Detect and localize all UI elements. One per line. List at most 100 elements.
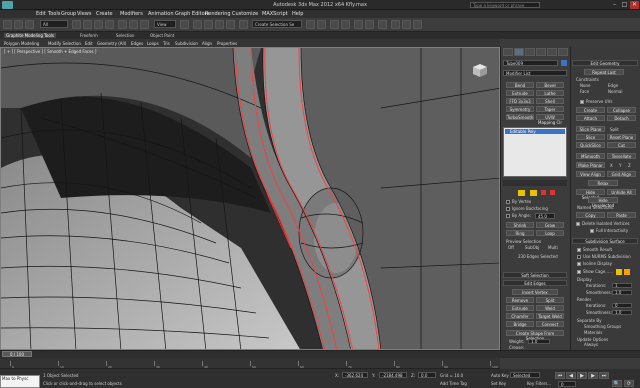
next-frame-icon[interactable]: ▶ xyxy=(588,372,598,379)
go-to-end-icon[interactable]: ⏭ xyxy=(599,372,609,379)
delete-isolated-checkbox[interactable] xyxy=(576,222,580,226)
snap-icon[interactable] xyxy=(193,20,202,29)
create-button[interactable]: Create xyxy=(576,107,605,113)
selection-filter-dropdown[interactable]: All xyxy=(40,20,68,28)
remove-button[interactable]: Remove xyxy=(506,297,534,303)
ribbon-edges[interactable]: Edges xyxy=(131,41,143,46)
edit-geometry-rollout[interactable]: Edit Geometry xyxy=(572,60,638,66)
tessellate-button[interactable]: Tessellate xyxy=(607,153,636,159)
ribbon-geometry-all[interactable]: Geometry (All) xyxy=(97,41,126,46)
y-coordinate-field[interactable]: -2184.498 xyxy=(379,372,407,378)
viewport-label[interactable]: [ + ] [ Perspective ] [ Smooth + Edged F… xyxy=(4,49,96,54)
material-editor-icon[interactable] xyxy=(378,20,387,29)
planar-z-button[interactable]: Z xyxy=(628,163,631,168)
use-nurms-checkbox[interactable] xyxy=(577,255,581,259)
menu-views[interactable]: Views xyxy=(77,11,91,17)
preserve-uvs-checkbox[interactable] xyxy=(580,100,584,104)
layer-manager-icon[interactable] xyxy=(330,20,339,29)
relax-button[interactable]: Relax xyxy=(588,180,618,186)
object-name-field[interactable]: Tube009 xyxy=(503,60,558,66)
graphite-toggle-icon[interactable] xyxy=(341,20,350,29)
connect-button[interactable]: Connect xyxy=(536,321,564,327)
slice-plane-button[interactable]: Slice Plane xyxy=(576,126,605,132)
ribbon-properties[interactable]: Properties xyxy=(217,41,237,46)
angle-snap-icon[interactable] xyxy=(204,20,213,29)
target-weld-button[interactable]: Target Weld xyxy=(536,313,564,319)
curve-editor-icon[interactable] xyxy=(354,20,363,29)
attach-button[interactable]: Attach xyxy=(576,115,605,121)
window-crossing-icon[interactable] xyxy=(105,20,114,29)
loop-button[interactable]: Loop xyxy=(536,230,564,236)
modifier-list-dropdown[interactable]: Modifier List xyxy=(503,70,567,76)
planar-y-button[interactable]: Y xyxy=(619,163,621,168)
extrude-edge-button[interactable]: Extrude xyxy=(506,305,534,311)
unhide-all-button[interactable]: Unhide All xyxy=(607,189,636,195)
make-planar-button[interactable]: Make Planar xyxy=(576,162,605,168)
cage-selected-color-swatch[interactable] xyxy=(624,269,630,275)
reference-coordinate-dropdown[interactable]: View xyxy=(154,20,176,28)
align-icon[interactable] xyxy=(317,20,326,29)
percent-snap-icon[interactable] xyxy=(215,20,224,29)
spinner-snap-icon[interactable] xyxy=(226,20,235,29)
bridge-button[interactable]: Bridge xyxy=(506,321,534,327)
copy-button[interactable]: Copy xyxy=(576,212,605,218)
create-shape-button[interactable]: Create Shape From Selection xyxy=(506,330,564,341)
shrink-button[interactable]: Shrink xyxy=(506,222,534,228)
motion-tab-icon[interactable] xyxy=(536,48,546,56)
maxscript-listener[interactable]: Max to Physc xyxy=(0,375,40,388)
add-time-tag-button[interactable]: Add Time Tag xyxy=(440,381,467,386)
tab-object-paint[interactable]: Object Paint xyxy=(150,33,174,38)
iterations-field[interactable]: 1 xyxy=(612,283,632,288)
render-icon[interactable] xyxy=(413,20,422,29)
close-button[interactable]: ✕ xyxy=(630,1,639,9)
x-coordinate-field[interactable]: -362.624 xyxy=(342,372,368,378)
constraint-face-radio[interactable]: Face xyxy=(580,89,589,94)
play-icon[interactable]: ▶ xyxy=(577,372,587,379)
cut-button[interactable]: Cut xyxy=(607,142,636,148)
schematic-view-icon[interactable] xyxy=(365,20,374,29)
mod-ffd-button[interactable]: FFD 3x3x3 xyxy=(506,98,534,104)
constraint-none-radio[interactable]: None xyxy=(580,83,590,88)
named-selection-dropdown[interactable]: Create Selection Se xyxy=(252,20,302,28)
detach-button[interactable]: Detach xyxy=(607,115,636,121)
modify-tab-icon[interactable] xyxy=(514,48,524,56)
smoothing-groups-checkbox[interactable]: Smoothing Groups xyxy=(584,324,621,329)
tab-freeform[interactable]: Freeform xyxy=(80,33,98,38)
constraint-edge-radio[interactable]: Edge xyxy=(608,83,618,88)
maximize-button[interactable]: □ xyxy=(620,1,629,9)
menu-maxscript[interactable]: MAXScript xyxy=(262,11,288,17)
perspective-viewport[interactable] xyxy=(0,47,500,350)
ribbon-polygon-modeling[interactable]: Polygon Modeling xyxy=(4,41,39,46)
constraint-normal-radio[interactable]: Normal xyxy=(608,89,622,94)
ribbon-tris[interactable]: Tris xyxy=(163,41,170,46)
grid-align-button[interactable]: Grid Align xyxy=(607,171,636,177)
by-vertex-checkbox[interactable] xyxy=(506,200,510,204)
go-to-start-icon[interactable]: ⏮ xyxy=(555,372,565,379)
chamfer-button[interactable]: Chamfer xyxy=(506,313,534,319)
ribbon-edit[interactable]: Edit xyxy=(85,41,93,46)
split-checkbox[interactable]: Split xyxy=(610,127,619,132)
planar-x-button[interactable]: X xyxy=(610,163,613,168)
slice-button[interactable]: Slice xyxy=(576,134,605,140)
rendered-frame-icon[interactable] xyxy=(402,20,411,29)
set-key-button[interactable]: Set Key xyxy=(491,381,506,386)
mod-turbosmooth-button[interactable]: TurboSmooth xyxy=(506,114,534,120)
link-icon[interactable] xyxy=(25,20,34,29)
border-subobject-icon[interactable] xyxy=(541,190,546,195)
mod-lathe-button[interactable]: Lathe xyxy=(536,90,564,96)
menu-animation[interactable]: Animation xyxy=(148,11,174,17)
edit-edges-rollout[interactable]: Edit Edges xyxy=(503,280,567,286)
menu-tools[interactable]: Tools xyxy=(48,11,60,17)
soft-selection-rollout[interactable]: Soft Selection xyxy=(503,272,567,278)
time-slider-thumb[interactable]: 0 / 100 xyxy=(2,351,32,357)
hide-selected-button[interactable]: Hide Selected xyxy=(576,189,605,200)
menu-edit[interactable]: Edit xyxy=(36,11,46,17)
ribbon-align[interactable]: Align xyxy=(202,41,212,46)
menu-rendering[interactable]: Rendering xyxy=(205,11,231,17)
undo-icon[interactable] xyxy=(3,20,12,29)
view-align-button[interactable]: View Align xyxy=(576,171,605,177)
ribbon-loops[interactable]: Loops xyxy=(147,41,159,46)
menu-group[interactable]: Group xyxy=(61,11,76,17)
cage-color-swatch[interactable] xyxy=(616,269,622,275)
mod-symmetry-button[interactable]: Symmetry xyxy=(506,106,534,112)
